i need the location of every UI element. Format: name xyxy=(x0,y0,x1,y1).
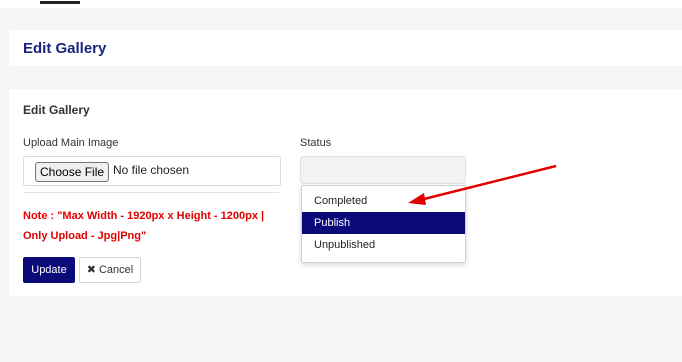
status-label: Status xyxy=(300,137,332,149)
top-strip xyxy=(0,0,682,8)
divider xyxy=(23,192,279,193)
cancel-button[interactable]: ✖ Cancel xyxy=(79,257,141,283)
status-option-completed[interactable]: Completed xyxy=(302,190,465,212)
status-dropdown-menu: Completed Publish Unpublished xyxy=(301,185,466,263)
update-button[interactable]: Update xyxy=(23,257,75,283)
status-select[interactable] xyxy=(300,156,466,184)
cropped-text xyxy=(22,0,92,4)
form-section-title: Edit Gallery xyxy=(23,103,90,117)
page-title: Edit Gallery xyxy=(23,40,107,57)
status-option-unpublished[interactable]: Unpublished xyxy=(302,234,465,256)
image-size-note: Note : "Max Width - 1920px x Height - 12… xyxy=(23,210,265,242)
file-input[interactable]: Choose File No file chosen xyxy=(23,156,281,186)
no-file-text: No file chosen xyxy=(113,163,190,177)
choose-file-button[interactable]: Choose File xyxy=(35,162,110,182)
status-option-publish[interactable]: Publish xyxy=(302,212,465,234)
close-icon: ✖ xyxy=(86,264,96,276)
page-header-card: Edit Gallery xyxy=(9,30,682,66)
upload-main-image-label: Upload Main Image xyxy=(23,137,119,149)
cancel-label: Cancel xyxy=(98,264,134,276)
